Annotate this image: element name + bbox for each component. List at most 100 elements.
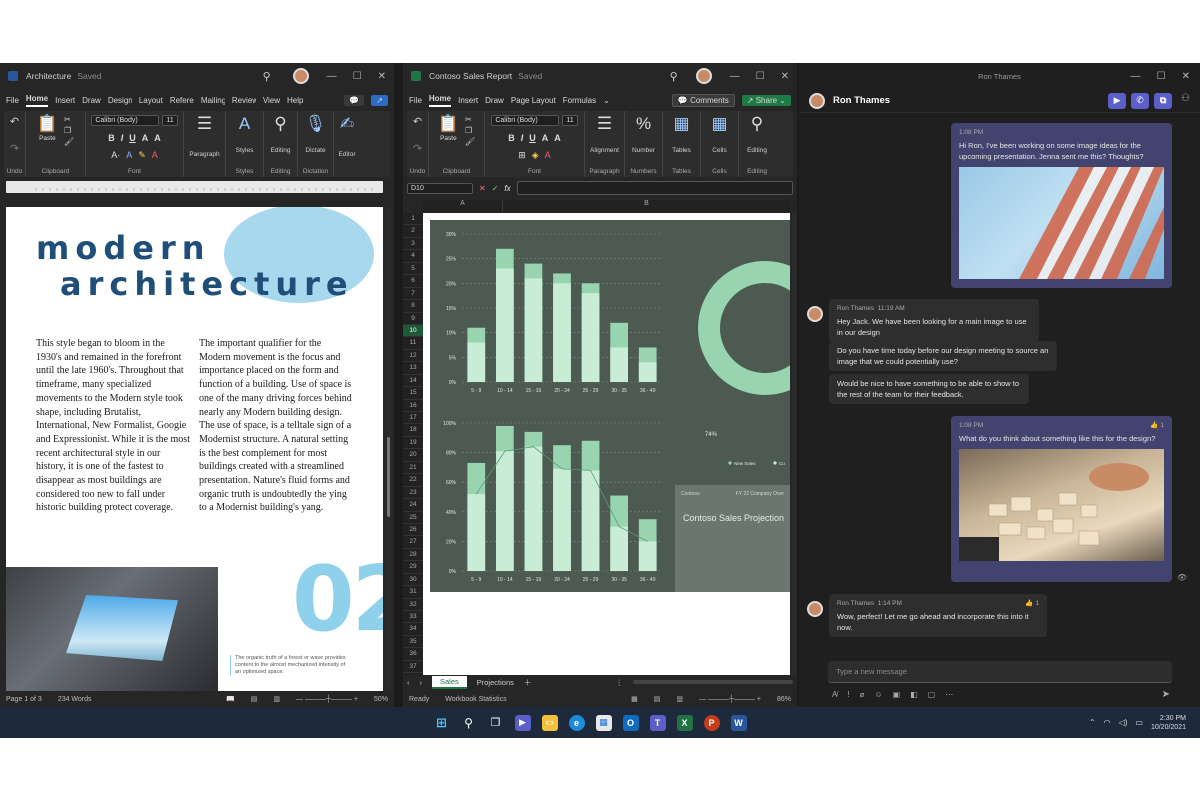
row-header[interactable]: 16 xyxy=(403,400,423,412)
prev-sheet-icon[interactable]: ‹ xyxy=(407,678,410,687)
building-facade-image[interactable] xyxy=(959,167,1164,279)
row-header[interactable]: 29 xyxy=(403,561,423,574)
fill-color-icon[interactable]: ◈ xyxy=(532,150,539,161)
bold-icon[interactable]: B xyxy=(508,133,515,143)
message-incoming[interactable]: Ron Thames 1:14 PM 👍 1 Wow, perfect! Let m… xyxy=(829,594,1047,637)
row-header[interactable]: 36 xyxy=(403,648,423,661)
share-button[interactable]: ↗ Share ⌄ xyxy=(741,94,791,106)
page-break-icon[interactable]: ▥ xyxy=(676,695,683,703)
editor-icon[interactable]: ✍ xyxy=(340,115,354,133)
zoom-level[interactable]: 50% xyxy=(374,696,388,703)
more-options-icon[interactable]: ⋮ xyxy=(616,678,624,687)
row-header[interactable]: 24 xyxy=(403,499,423,512)
subscript-icon[interactable]: A· xyxy=(111,150,120,161)
copy-icon[interactable]: ❐ xyxy=(465,126,475,135)
row-header[interactable]: 13 xyxy=(403,362,423,375)
add-sheet-icon[interactable]: ＋ xyxy=(524,677,532,688)
undo-icon[interactable]: ↶ xyxy=(10,115,19,128)
comments-button[interactable]: 💬 Comments xyxy=(671,93,735,107)
chart-dashboard[interactable]: 0% 5% 10% 15% 20% 25% 30% 5 - 9 10 - 14 15 - 19 20… xyxy=(430,220,790,592)
grow-font-icon[interactable]: A xyxy=(142,133,149,143)
paste-button[interactable]: 📋 Paste xyxy=(438,115,459,143)
menu-review[interactable]: Review xyxy=(232,96,256,105)
thumbs-up-icon[interactable]: 👍 xyxy=(1150,420,1158,431)
row-header[interactable]: 4 xyxy=(403,250,423,263)
menu-file[interactable]: File xyxy=(6,96,19,105)
battery-icon[interactable]: ▭ xyxy=(1135,718,1143,727)
format-painter-icon[interactable]: 🖌 xyxy=(64,137,74,146)
row-header[interactable]: 18 xyxy=(403,424,423,437)
row-header[interactable]: 15 xyxy=(403,387,423,400)
video-call-icon[interactable]: ▶ xyxy=(1108,92,1127,109)
menu-page-layout[interactable]: Page Layout xyxy=(511,96,556,105)
row-header[interactable]: 23 xyxy=(403,487,423,500)
minimize-icon[interactable]: — xyxy=(1131,71,1141,82)
copy-icon[interactable]: ❐ xyxy=(64,126,74,135)
task-view-icon[interactable]: ❐ xyxy=(488,715,504,731)
row-header[interactable]: 27 xyxy=(403,536,423,549)
row-header[interactable]: 5 xyxy=(403,263,423,276)
share-icon[interactable]: ↗ xyxy=(371,94,388,106)
clock-date[interactable]: 10/20/2021 xyxy=(1151,723,1186,732)
cancel-icon[interactable]: ✕ xyxy=(479,184,486,193)
menu-draw[interactable]: Draw xyxy=(82,96,101,105)
search-icon[interactable]: ⚲ xyxy=(461,715,477,731)
contact-name[interactable]: Ron Thames xyxy=(833,95,890,106)
paragraph-icon[interactable]: ☰ xyxy=(197,115,212,133)
user-avatar[interactable] xyxy=(695,68,712,84)
start-icon[interactable]: ⊞ xyxy=(434,715,450,731)
word-icon[interactable]: W xyxy=(730,714,747,731)
styles-icon[interactable]: A xyxy=(239,115,250,133)
more-icon[interactable]: ⋯ xyxy=(945,690,953,699)
row-header[interactable]: 30 xyxy=(403,574,423,587)
comments-icon[interactable]: 💬 xyxy=(344,94,365,106)
menu-mailings[interactable]: Mailings xyxy=(201,96,225,105)
chevron-down-icon[interactable]: ⌄ xyxy=(603,96,610,105)
read-mode-icon[interactable]: 📖 xyxy=(226,695,235,703)
thumbs-up-icon[interactable]: 👍 xyxy=(1025,598,1033,609)
format-icon[interactable]: A̸ xyxy=(832,690,837,699)
alignment-icon[interactable]: ☰ xyxy=(597,115,612,133)
menu-home[interactable]: Home xyxy=(25,94,49,107)
send-icon[interactable]: ➤ xyxy=(1162,689,1170,700)
workbook-statistics[interactable]: Workbook Statistics xyxy=(445,696,506,703)
row-header[interactable]: 32 xyxy=(403,599,423,611)
font-color-icon[interactable]: A xyxy=(152,150,158,161)
message-incoming[interactable]: Do you have time today before our design… xyxy=(829,341,1057,371)
font-name-select[interactable]: Calibri (Body) xyxy=(91,115,160,126)
row-header[interactable]: 6 xyxy=(403,275,423,288)
row-header[interactable]: 7 xyxy=(403,288,423,301)
formula-input[interactable] xyxy=(516,181,793,195)
column-header-b[interactable]: B xyxy=(503,200,790,212)
message-incoming[interactable]: Ron Thames 11:19 AM Hey Jack. We have be… xyxy=(829,299,1039,342)
row-header[interactable]: 33 xyxy=(403,611,423,624)
clock-time[interactable]: 2:30 PM xyxy=(1160,714,1186,723)
zoom-slider[interactable]: — ———┼——— + xyxy=(296,696,358,703)
editing-icon[interactable]: ⚲ xyxy=(274,115,286,133)
word-scrollbar[interactable] xyxy=(385,207,392,691)
row-header[interactable]: 31 xyxy=(403,586,423,599)
menu-references[interactable]: References xyxy=(170,96,194,105)
architecture-model-image[interactable] xyxy=(959,449,1164,561)
store-icon[interactable]: ▦ xyxy=(595,714,612,731)
menu-home[interactable]: Home xyxy=(428,94,452,107)
edge-icon[interactable]: e xyxy=(568,714,585,731)
close-icon[interactable]: ✕ xyxy=(378,71,386,82)
shrink-font-icon[interactable]: A xyxy=(554,133,561,143)
message-incoming[interactable]: Would be nice to have something to be ab… xyxy=(829,374,1029,404)
tab-sales[interactable]: Sales xyxy=(432,675,467,689)
row-header[interactable]: 10 xyxy=(403,324,423,338)
row-header[interactable]: 26 xyxy=(403,524,423,537)
shrink-font-icon[interactable]: A xyxy=(154,133,161,143)
sender-avatar[interactable] xyxy=(807,306,823,322)
row-header[interactable]: 12 xyxy=(403,350,423,363)
row-header[interactable]: 21 xyxy=(403,462,423,475)
row-header[interactable]: 11 xyxy=(403,337,423,350)
row-header[interactable]: 22 xyxy=(403,474,423,487)
row-header[interactable]: 3 xyxy=(403,238,423,251)
contact-avatar[interactable] xyxy=(809,92,825,109)
chat-icon[interactable]: ▶ xyxy=(514,714,531,731)
paste-button[interactable]: 📋 Paste xyxy=(37,115,58,143)
row-header[interactable]: 28 xyxy=(403,549,423,562)
user-avatar[interactable] xyxy=(292,68,309,84)
